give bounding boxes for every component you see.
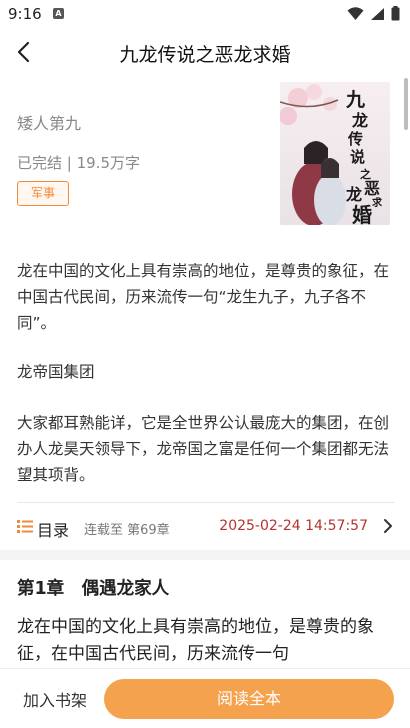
catalog-status: 连载至 第69章 [84,523,170,538]
bottom-action-bar: 加入书架 阅读全本 [0,668,410,728]
book-meta: 已完结 | 19.5万字 [17,154,140,172]
status-bar: 9:16 A [0,0,410,28]
list-icon [17,520,33,533]
wifi-icon [347,6,364,20]
svg-text:恶: 恶 [364,179,380,198]
svg-text:传: 传 [347,130,363,148]
divider [17,502,395,503]
notification-icon: A [53,8,64,19]
catalog-update-time: 2025-02-24 14:57:57 [219,518,368,534]
description-paragraph-3: 大家都耳熟能详，它是全世界公认最庞大的集团，在创办人龙昊天领导下，龙帝国之富是任… [17,414,390,484]
svg-text:婚: 婚 [352,203,372,225]
section-gap [0,550,410,560]
battery-icon [391,6,400,21]
signal-icon [371,7,384,20]
add-to-shelf-button[interactable]: 加入书架 [23,687,87,711]
description-paragraph-1: 龙在中国的文化上具有崇高的地位，是尊贵的象征，在中国古代民间，历来流传一句“龙生… [17,262,390,332]
page-title: 九龙传说之恶龙求婚 [119,44,291,66]
svg-text:龙: 龙 [345,185,362,204]
chapter-title: 第1章 偶遇龙家人 [17,579,170,599]
book-author: 矮人第九 [17,114,82,133]
chevron-right-icon [384,519,392,533]
genre-tag[interactable]: 军事 [17,181,69,206]
catalog-row[interactable]: 目录 连载至 第69章 2025-02-24 14:57:57 [0,505,410,549]
scrollbar[interactable] [404,78,408,130]
svg-text:龙: 龙 [351,111,368,130]
catalog-label: 目录 [37,521,70,540]
svg-text:九: 九 [345,89,365,111]
svg-text:求: 求 [372,196,383,209]
read-all-button[interactable]: 阅读全本 [104,679,394,719]
book-cover-image: 九 龙 传 说 之 恶 龙 求 婚 [280,82,390,225]
title-bar: 九龙传说之恶龙求婚 [0,28,410,76]
status-icons [347,6,400,21]
chapter-preview-text: 龙在中国的文化上具有崇高的地位，是尊贵的象征，在中国古代民间，历来流传一句 [17,617,374,664]
description-paragraph-2: 龙帝国集团 [17,363,95,381]
book-cover[interactable]: 九 龙 传 说 之 恶 龙 求 婚 [280,82,390,225]
svg-text:说: 说 [350,148,365,166]
status-time: 9:16 [8,5,42,23]
